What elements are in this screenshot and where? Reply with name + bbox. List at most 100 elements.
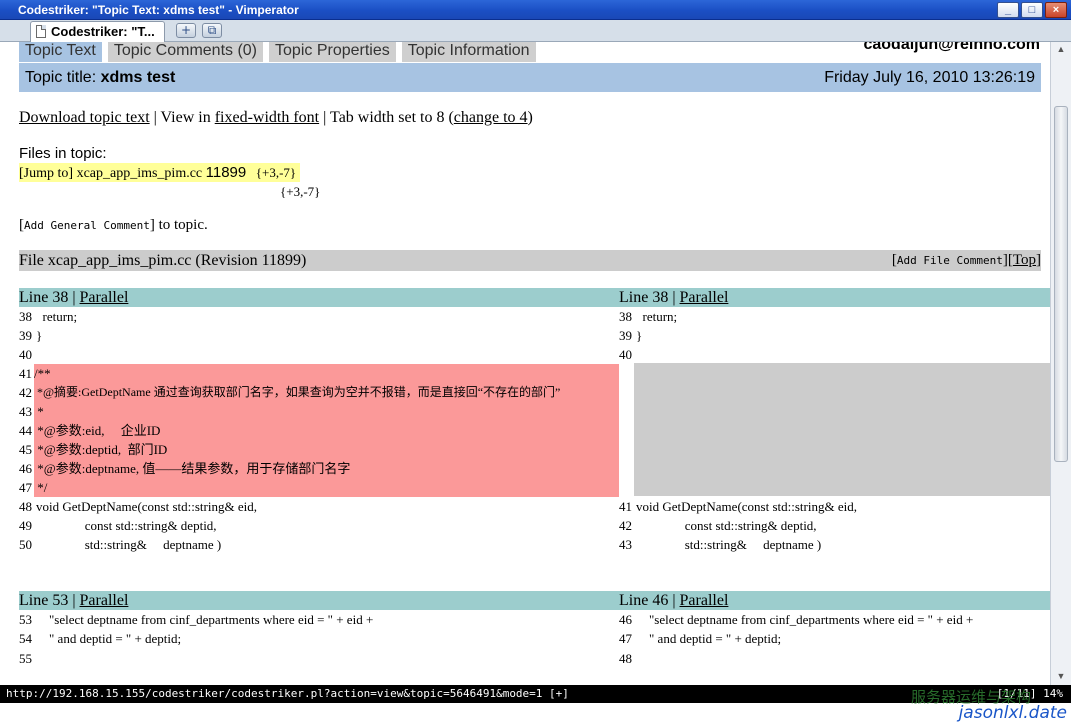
line-number: 41 xyxy=(619,499,632,514)
hunk-1-left-header: Line 38 | Parallel xyxy=(19,288,619,307)
page-viewport: Topic Text Topic Comments (0) Topic Prop… xyxy=(0,42,1050,685)
code-line: 47 " and deptid = " + deptid; xyxy=(619,629,1050,648)
line-number: 40 xyxy=(19,347,32,362)
browser-tabbar: Codestriker: "T... + ⧉ xyxy=(0,20,1071,42)
tab-topic-text[interactable]: Topic Text xyxy=(19,42,102,62)
browser-tab-label: Codestriker: "T... xyxy=(51,24,155,39)
line-text: const std::string& deptid, xyxy=(636,518,817,533)
file-delta: {+3,-7} xyxy=(255,165,297,180)
parallel-link[interactable]: Parallel xyxy=(680,289,729,306)
line-number: 39 xyxy=(619,328,632,343)
line-text: *@参数:deptid, 部门ID xyxy=(34,440,619,459)
topic-title: xdms test xyxy=(100,69,176,86)
code-line: 43 std::string& deptname ) xyxy=(619,535,1050,554)
maximize-button[interactable]: □ xyxy=(1021,2,1043,18)
fixed-width-font-link[interactable]: fixed-width font xyxy=(215,109,319,126)
vertical-scrollbar[interactable]: ▲ ▼ xyxy=(1050,42,1071,685)
tab-list-button[interactable]: ⧉ xyxy=(202,23,222,38)
parallel-link[interactable]: Parallel xyxy=(680,592,729,609)
window-controls: _ □ × xyxy=(997,2,1067,18)
scroll-up-arrow-icon[interactable]: ▲ xyxy=(1054,44,1068,56)
code-line: 50 std::string& deptname ) xyxy=(19,535,619,554)
close-button[interactable]: × xyxy=(1045,2,1067,18)
change-tab-width-link[interactable]: change to 4 xyxy=(454,109,528,126)
tab-topic-comments[interactable]: Topic Comments (0) xyxy=(107,42,264,62)
view-in-text: | View in xyxy=(149,109,215,126)
scroll-down-arrow-icon[interactable]: ▼ xyxy=(1054,671,1068,683)
parallel-link[interactable]: Parallel xyxy=(80,592,129,609)
line-text: std::string& deptname ) xyxy=(36,537,222,552)
line-number: 54 xyxy=(19,631,32,646)
download-topic-link[interactable]: Download topic text xyxy=(19,109,150,126)
code-line-removed: 45 *@参数:deptid, 部门ID xyxy=(19,440,619,459)
separator: | xyxy=(668,592,680,609)
diff-empty-block xyxy=(634,363,1050,496)
code-line-removed: 44 *@参数:eid, 企业ID xyxy=(19,421,619,440)
tab-width-text: | Tab width set to 8 ( xyxy=(319,109,454,126)
general-comment-row: [Add General Comment] to topic. xyxy=(19,217,208,234)
line-number: 48 xyxy=(19,499,32,514)
line-number: 53 xyxy=(19,612,32,627)
line-text: *@参数:eid, 企业ID xyxy=(34,421,619,440)
line-number: 48 xyxy=(619,651,632,666)
line-number: 41 xyxy=(19,366,32,381)
code-line: 48 void GetDeptName(const std::string& ei… xyxy=(19,497,619,516)
hunk-line-label: Line 53 xyxy=(19,592,69,609)
topic-tabs: Topic Text Topic Comments (0) Topic Prop… xyxy=(19,42,536,62)
jump-to-link[interactable]: [Jump to] xyxy=(19,166,73,181)
window-titlebar: Codestriker: "Topic Text: xdms test" - V… xyxy=(0,0,1071,20)
line-text: std::string& deptname ) xyxy=(636,537,822,552)
scrollbar-thumb[interactable] xyxy=(1054,106,1068,462)
top-link[interactable]: Top xyxy=(1013,252,1036,268)
line-number: 42 xyxy=(19,385,32,400)
line-text: } xyxy=(36,328,43,343)
parallel-link[interactable]: Parallel xyxy=(80,289,129,306)
code-line: 40 xyxy=(619,345,1050,364)
line-number: 50 xyxy=(19,537,32,552)
code-line-removed: 47 */ xyxy=(19,478,619,497)
line-text: * xyxy=(34,402,619,421)
hunk-line-label: Line 38 xyxy=(19,289,69,306)
code-line: 49 const std::string& deptid, xyxy=(19,516,619,535)
hunk-2-right-header: Line 46 | Parallel xyxy=(619,591,1050,610)
code-line: 46 "select deptname from cinf_department… xyxy=(619,610,1050,629)
close-paren: ) xyxy=(527,109,533,126)
line-text: void GetDeptName(const std::string& eid, xyxy=(36,499,257,514)
code-line: 42 const std::string& deptid, xyxy=(619,516,1050,535)
topic-title-label: Topic title: xyxy=(25,69,97,86)
minimize-button[interactable]: _ xyxy=(997,2,1019,18)
code-line: 39} xyxy=(19,326,619,345)
new-tab-button[interactable]: + xyxy=(176,23,196,38)
line-text: "select deptname from cinf_departments w… xyxy=(36,612,374,627)
line-text: return; xyxy=(636,309,678,324)
line-text: " and deptid = " + deptid; xyxy=(36,631,182,646)
document-icon xyxy=(36,25,46,38)
line-number: 55 xyxy=(19,651,32,666)
line-number: 38 xyxy=(619,309,632,324)
line-number: 43 xyxy=(619,537,632,552)
code-line: 39} xyxy=(619,326,1050,345)
code-line: 41 void GetDeptName(const std::string& ei… xyxy=(619,497,1050,516)
line-number: 42 xyxy=(619,518,632,533)
browser-tab-codestriker[interactable]: Codestriker: "T... xyxy=(30,21,165,42)
hunk-line-label: Line 38 xyxy=(619,289,669,306)
add-general-comment-button[interactable]: Add General Comment xyxy=(24,219,150,232)
view-options: Download topic text | View in fixed-widt… xyxy=(19,109,533,127)
line-number: 44 xyxy=(19,423,32,438)
line-number: 38 xyxy=(19,309,32,324)
general-comment-suffix: to topic. xyxy=(154,217,208,233)
code-line: 55 xyxy=(19,649,619,668)
file-delta-secondary: {+3,-7} xyxy=(280,184,321,199)
user-email: caodaijun@reinno.com xyxy=(863,42,1040,53)
code-line: 38 return; xyxy=(619,307,1050,326)
add-file-comment-button[interactable]: Add File Comment xyxy=(897,254,1003,267)
tab-topic-information[interactable]: Topic Information xyxy=(401,42,536,62)
status-url: http://192.168.15.155/codestriker/codest… xyxy=(6,687,569,700)
line-text: */ xyxy=(34,478,619,497)
tab-topic-properties[interactable]: Topic Properties xyxy=(269,42,396,62)
line-text: *@摘要:GetDeptName 通过查询获取部门名字，如果查询为空并不报错，而… xyxy=(34,383,619,402)
line-number: 40 xyxy=(619,347,632,362)
code-line-removed: 46 *@参数:deptname, 值——结果参数，用于存储部门名字 xyxy=(19,459,619,478)
file-revision: 11899 xyxy=(205,164,247,181)
file-header-title: File xcap_app_ims_pim.cc (Revision 11899… xyxy=(19,252,307,269)
